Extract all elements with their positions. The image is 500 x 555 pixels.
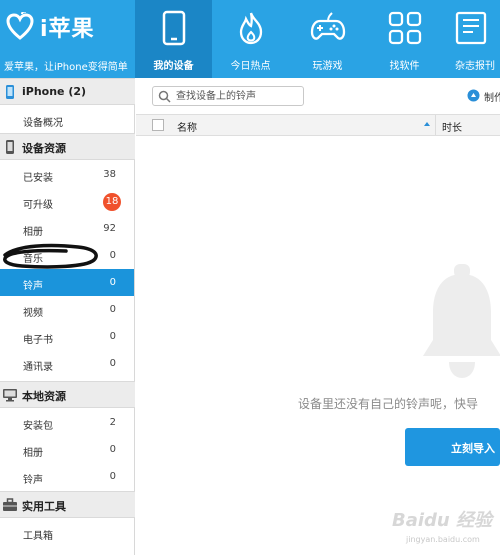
app-header: i苹果 爱苹果，让iPhone变得简单 我的设备 今日热点 玩游戏 找软件 杂志… bbox=[0, 0, 500, 78]
sidebar-item-label: 相册 bbox=[23, 448, 43, 459]
item-count: 0 bbox=[109, 331, 116, 342]
phone-icon bbox=[162, 10, 185, 46]
update-count-badge: 18 bbox=[103, 193, 121, 211]
magazine-icon bbox=[455, 11, 487, 45]
sidebar-item-label: 电子书 bbox=[23, 335, 53, 346]
select-all-checkbox[interactable] bbox=[152, 119, 164, 131]
sidebar-item-local-photos[interactable]: 相册 0 bbox=[0, 436, 134, 463]
nav-find-apps[interactable]: 找软件 bbox=[366, 0, 443, 78]
sidebar-section-tools: 实用工具 bbox=[0, 491, 135, 518]
apps-grid-icon bbox=[388, 11, 421, 45]
sidebar-item-photos[interactable]: 相册 92 bbox=[0, 215, 134, 242]
item-count: 38 bbox=[103, 169, 116, 180]
sidebar-item-local-ringtones[interactable]: 铃声 0 bbox=[0, 463, 134, 490]
sidebar-item-music[interactable]: 音乐 0 bbox=[0, 242, 134, 269]
item-count: 0 bbox=[109, 471, 116, 482]
sidebar-item-label: 已安装 bbox=[23, 173, 53, 184]
sidebar-item-upgradable[interactable]: 可升级 18 bbox=[0, 188, 134, 215]
device-title: iPhone (2) bbox=[22, 85, 87, 98]
nav-magazines[interactable]: 杂志报刊 bbox=[443, 0, 500, 78]
sidebar-item-label: 铃声 bbox=[23, 475, 43, 486]
device-icon bbox=[6, 140, 14, 154]
nav-label: 找软件 bbox=[389, 61, 420, 72]
sidebar-item-label: 音乐 bbox=[23, 254, 43, 265]
search-input[interactable] bbox=[176, 89, 300, 103]
item-count: 0 bbox=[109, 250, 116, 261]
nav-label: 杂志报刊 bbox=[455, 61, 495, 72]
sidebar-item-label: 通讯录 bbox=[23, 362, 53, 373]
monitor-icon bbox=[3, 389, 17, 402]
apple-heart-icon bbox=[6, 12, 34, 40]
import-button-label: 立刻导入 bbox=[451, 442, 495, 455]
item-count: 0 bbox=[109, 304, 116, 315]
table-header: 名称 时长 bbox=[136, 114, 500, 136]
nav-label: 我的设备 bbox=[153, 61, 194, 72]
nav-label: 今日热点 bbox=[230, 61, 271, 72]
column-divider bbox=[435, 115, 436, 135]
sidebar-item-ebooks[interactable]: 电子书 0 bbox=[0, 323, 134, 350]
sidebar-section-device-resources: 设备资源 bbox=[0, 133, 135, 160]
sidebar: iPhone (2) 设备概况 设备资源 已安装 38 可升级 18 相册 92… bbox=[0, 78, 135, 555]
sidebar-item-label: 视频 bbox=[23, 308, 43, 319]
column-duration-header[interactable]: 时长 bbox=[442, 119, 462, 134]
sidebar-item-label: 安装包 bbox=[23, 421, 53, 432]
gamepad-icon bbox=[310, 12, 345, 40]
flame-icon bbox=[239, 12, 262, 45]
empty-state-message: 设备里还没有自己的铃声呢，快导 bbox=[298, 397, 479, 411]
sidebar-item-label: 铃声 bbox=[23, 281, 43, 292]
make-ringtone-button[interactable]: 制作 bbox=[467, 88, 500, 104]
sidebar-item-packages[interactable]: 安装包 2 bbox=[0, 409, 134, 436]
sidebar-device-header[interactable]: iPhone (2) bbox=[0, 78, 135, 105]
watermark-url: jingyan.baidu.com bbox=[406, 535, 480, 544]
section-title: 本地资源 bbox=[22, 390, 66, 403]
item-count: 0 bbox=[109, 358, 116, 369]
sidebar-item-contacts[interactable]: 通讯录 0 bbox=[0, 350, 134, 377]
iphone-icon bbox=[6, 85, 14, 99]
sidebar-item-installed[interactable]: 已安装 38 bbox=[0, 161, 134, 188]
make-ringtone-icon bbox=[467, 89, 480, 102]
nav-label: 玩游戏 bbox=[312, 61, 343, 72]
sidebar-item-label: 可升级 bbox=[23, 200, 53, 211]
logo-slogan: 爱苹果，让iPhone变得简单 bbox=[4, 62, 128, 73]
toolbox-icon bbox=[3, 498, 17, 511]
sidebar-item-toolbox[interactable]: 工具箱 bbox=[0, 519, 134, 546]
nav-today-hot[interactable]: 今日热点 bbox=[212, 0, 289, 78]
main-panel: 制作 名称 时长 设备里还没有自己的铃声呢，快导 立刻导入 bbox=[136, 78, 500, 555]
nav-my-device[interactable]: 我的设备 bbox=[135, 0, 212, 78]
watermark: Baidu 经验 jingyan.baidu.com bbox=[392, 498, 500, 555]
item-count: 0 bbox=[109, 277, 116, 288]
search-icon bbox=[158, 90, 171, 103]
sidebar-item-videos[interactable]: 视频 0 bbox=[0, 296, 134, 323]
section-title: 设备资源 bbox=[22, 142, 66, 155]
bell-icon bbox=[423, 264, 500, 378]
column-name-header[interactable]: 名称 bbox=[177, 119, 197, 134]
app-logo: i苹果 爱苹果，让iPhone变得简单 bbox=[0, 0, 135, 78]
nav-play-games[interactable]: 玩游戏 bbox=[289, 0, 366, 78]
item-count: 0 bbox=[109, 444, 116, 455]
import-now-button[interactable]: 立刻导入 bbox=[405, 428, 500, 466]
sidebar-item-label: 设备概况 bbox=[23, 118, 63, 129]
section-title: 实用工具 bbox=[22, 500, 66, 513]
sort-asc-icon[interactable] bbox=[424, 122, 430, 126]
sidebar-item-ringtones[interactable]: 铃声 0 bbox=[0, 269, 134, 296]
make-ringtone-label: 制作 bbox=[484, 93, 500, 104]
sidebar-item-label: 工具箱 bbox=[23, 531, 53, 542]
sidebar-item-label: 相册 bbox=[23, 227, 43, 238]
sidebar-section-local-resources: 本地资源 bbox=[0, 381, 135, 408]
item-count: 2 bbox=[109, 417, 116, 428]
search-box bbox=[152, 86, 304, 106]
sidebar-item-overview[interactable]: 设备概况 bbox=[0, 106, 134, 133]
logo-text: i苹果 bbox=[40, 17, 95, 42]
watermark-logo: Baidu 经验 bbox=[392, 510, 493, 531]
item-count: 92 bbox=[103, 223, 116, 234]
